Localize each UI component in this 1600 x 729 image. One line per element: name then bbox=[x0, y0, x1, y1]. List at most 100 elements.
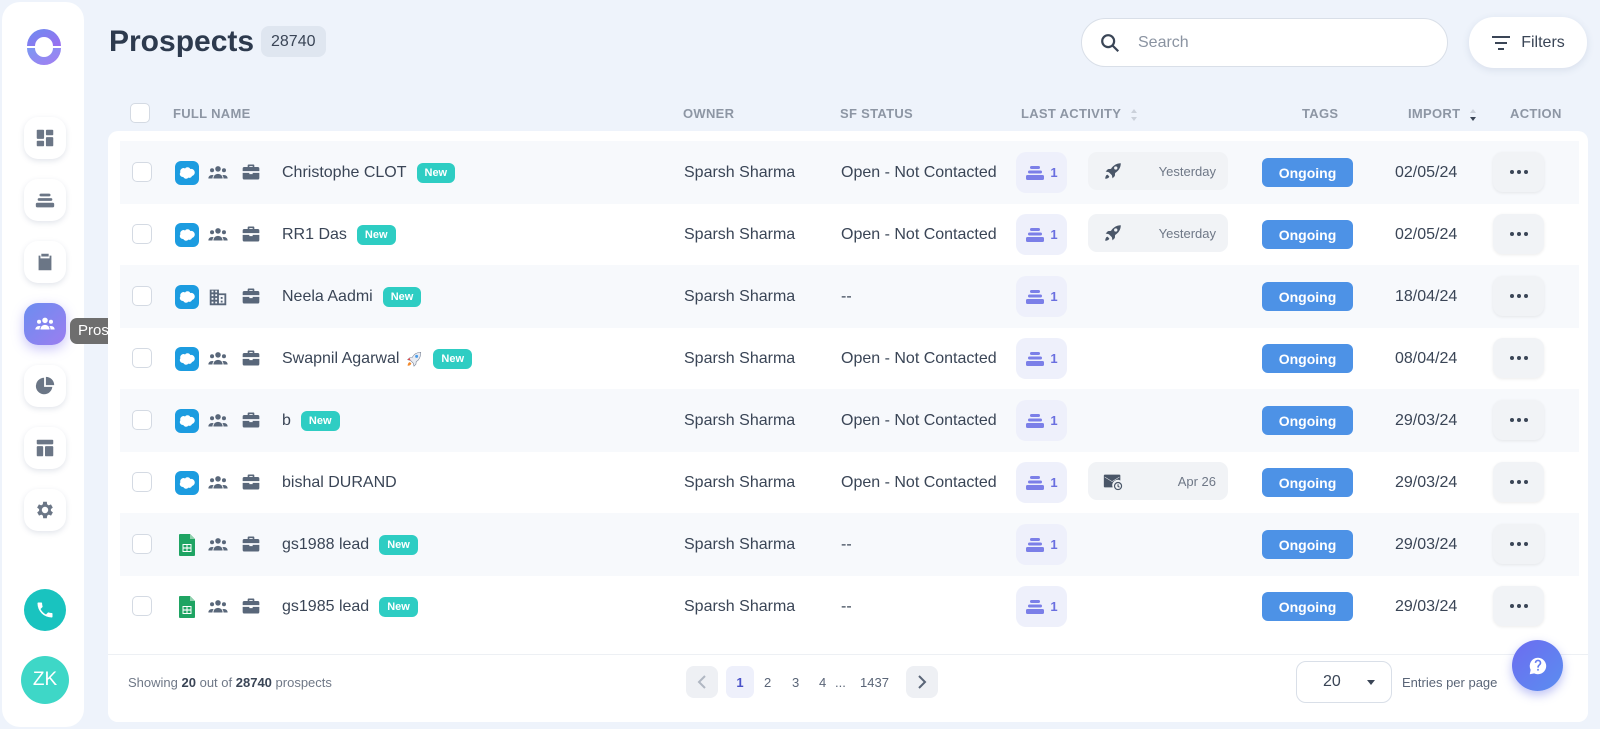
last-activity-chip[interactable]: Yesterday bbox=[1088, 214, 1228, 252]
sequence-count-badge[interactable]: 1 bbox=[1016, 400, 1067, 441]
layers-icon bbox=[35, 193, 55, 208]
chevron-right-icon bbox=[918, 675, 927, 689]
row-actions-button[interactable] bbox=[1493, 338, 1544, 378]
search-input[interactable] bbox=[1138, 33, 1418, 52]
row-checkbox[interactable] bbox=[132, 348, 152, 368]
import-date-cell: 29/03/24 bbox=[1395, 411, 1458, 429]
row-checkbox[interactable] bbox=[132, 472, 152, 492]
page-2-button[interactable]: 2 bbox=[764, 666, 771, 698]
search-box[interactable] bbox=[1081, 18, 1448, 67]
last-activity-chip[interactable]: Apr 26 bbox=[1088, 462, 1228, 500]
table-row[interactable]: Christophe CLOT New Sparsh Sharma Open - No… bbox=[120, 141, 1579, 204]
prospect-name-cell[interactable]: gs1988 lead New bbox=[282, 513, 418, 576]
table-row[interactable]: bishal DURAND Sparsh Sharma Open - Not Con… bbox=[120, 451, 1579, 514]
prospect-name-cell[interactable]: bishal DURAND bbox=[282, 451, 397, 514]
sf-status-cell: Open - Not Contacted bbox=[841, 473, 997, 491]
page-1-button[interactable]: 1 bbox=[726, 666, 754, 698]
table-row[interactable]: Neela Aadmi New Sparsh Sharma -- 1 Ongoing 18/… bbox=[120, 265, 1579, 328]
col-last-activity[interactable]: LAST ACTIVITY bbox=[1021, 106, 1138, 122]
row-actions-button[interactable] bbox=[1493, 152, 1544, 192]
status-tag: Ongoing bbox=[1262, 592, 1353, 621]
prospect-count-badge: 28740 bbox=[261, 26, 326, 57]
prospect-type bbox=[207, 596, 229, 618]
sf-status-cell: Open - Not Contacted bbox=[841, 411, 997, 429]
help-chat-button[interactable] bbox=[1512, 640, 1563, 691]
prospect-name[interactable]: Swapnil Agarwal bbox=[282, 350, 399, 368]
sidebar-item-settings[interactable] bbox=[24, 489, 66, 531]
prospect-name[interactable]: Christophe CLOT bbox=[282, 164, 407, 182]
company-indicator bbox=[241, 286, 261, 306]
row-actions-button[interactable] bbox=[1493, 586, 1544, 626]
people-icon bbox=[208, 228, 228, 241]
row-checkbox[interactable] bbox=[132, 596, 152, 616]
phone-button[interactable] bbox=[24, 589, 66, 631]
page-3-button[interactable]: 3 bbox=[792, 666, 799, 698]
row-checkbox[interactable] bbox=[132, 410, 152, 430]
briefcase-icon bbox=[242, 598, 260, 614]
sequence-count-badge[interactable]: 1 bbox=[1016, 214, 1067, 255]
prospect-name-cell[interactable]: b New bbox=[282, 389, 340, 452]
prev-page-button[interactable] bbox=[686, 666, 718, 698]
prospect-name-cell[interactable]: Swapnil Agarwal New bbox=[282, 327, 473, 390]
row-checkbox[interactable] bbox=[132, 162, 152, 182]
last-page-button[interactable]: 1437 bbox=[860, 666, 889, 698]
filters-button[interactable]: Filters bbox=[1469, 17, 1587, 68]
layout-icon bbox=[36, 439, 54, 457]
sequence-count-badge[interactable]: 1 bbox=[1016, 586, 1067, 627]
row-actions-button[interactable] bbox=[1493, 524, 1544, 564]
sequence-count-badge[interactable]: 1 bbox=[1016, 462, 1067, 503]
filter-icon bbox=[1492, 35, 1511, 50]
building-icon bbox=[209, 289, 227, 306]
prospect-name[interactable]: b bbox=[282, 412, 291, 430]
more-dots-icon bbox=[1516, 356, 1521, 360]
next-page-button[interactable] bbox=[906, 666, 938, 698]
entries-per-page-select[interactable]: 20 bbox=[1296, 661, 1392, 703]
sidebar-item-sequences[interactable] bbox=[24, 179, 66, 221]
row-actions-button[interactable] bbox=[1493, 462, 1544, 502]
table-row[interactable]: b New Sparsh Sharma Open - Not Contacted 1 On… bbox=[120, 389, 1579, 452]
sort-desc-icon bbox=[1470, 108, 1477, 121]
prospect-name[interactable]: gs1988 lead bbox=[282, 536, 369, 554]
row-actions-button[interactable] bbox=[1493, 214, 1544, 254]
sequence-count-badge[interactable]: 1 bbox=[1016, 338, 1067, 379]
row-checkbox[interactable] bbox=[132, 224, 152, 244]
table-row[interactable]: RR1 Das New Sparsh Sharma Open - Not Contac… bbox=[120, 203, 1579, 266]
sequence-count-badge[interactable]: 1 bbox=[1016, 276, 1067, 317]
prospect-name-cell[interactable]: RR1 Das New bbox=[282, 203, 396, 266]
sidebar-item-templates[interactable] bbox=[24, 427, 66, 469]
more-dots-icon bbox=[1523, 170, 1528, 174]
sequence-count-badge[interactable]: 1 bbox=[1016, 524, 1067, 565]
prospect-name[interactable]: Neela Aadmi bbox=[282, 288, 373, 306]
sidebar-item-dashboard[interactable] bbox=[24, 117, 66, 159]
avatar[interactable]: ZK bbox=[21, 656, 69, 704]
prospect-name-cell[interactable]: Neela Aadmi New bbox=[282, 265, 422, 328]
col-import[interactable]: IMPORT bbox=[1408, 106, 1477, 122]
table-row[interactable]: Swapnil Agarwal New Sparsh Sharma Open - No… bbox=[120, 327, 1579, 390]
prospect-name-cell[interactable]: Christophe CLOT New bbox=[282, 141, 456, 204]
sidebar-item-prospects[interactable] bbox=[24, 303, 66, 345]
more-dots-icon bbox=[1516, 170, 1521, 174]
select-all-checkbox[interactable] bbox=[130, 103, 150, 123]
sequence-count-badge[interactable]: 1 bbox=[1016, 152, 1067, 193]
table-row[interactable]: gs1985 lead New Sparsh Sharma -- 1 Ongoing 29/… bbox=[120, 575, 1579, 638]
prospect-name[interactable]: gs1985 lead bbox=[282, 598, 369, 616]
sidebar-item-tasks[interactable] bbox=[24, 241, 66, 283]
row-checkbox[interactable] bbox=[132, 534, 152, 554]
sidebar-item-reports[interactable] bbox=[24, 365, 66, 407]
page-4-button[interactable]: 4 bbox=[819, 666, 826, 698]
more-dots-icon bbox=[1523, 418, 1528, 422]
prospect-name[interactable]: bishal DURAND bbox=[282, 474, 397, 492]
last-activity-chip[interactable]: Yesterday bbox=[1088, 152, 1228, 190]
prospect-name[interactable]: RR1 Das bbox=[282, 226, 347, 244]
page-title: Prospects bbox=[109, 25, 255, 58]
clipboard-icon bbox=[38, 253, 52, 271]
row-checkbox[interactable] bbox=[132, 286, 152, 306]
sidebar: Prospects ZK bbox=[2, 2, 153, 727]
prospect-name-cell[interactable]: gs1985 lead New bbox=[282, 575, 418, 638]
sf-status-cell: Open - Not Contacted bbox=[841, 349, 997, 367]
row-actions-button[interactable] bbox=[1493, 276, 1544, 316]
app-logo[interactable] bbox=[25, 27, 63, 65]
company-indicator bbox=[241, 596, 261, 616]
table-row[interactable]: gs1988 lead New Sparsh Sharma -- 1 Ongoing 29/… bbox=[120, 513, 1579, 576]
row-actions-button[interactable] bbox=[1493, 400, 1544, 440]
